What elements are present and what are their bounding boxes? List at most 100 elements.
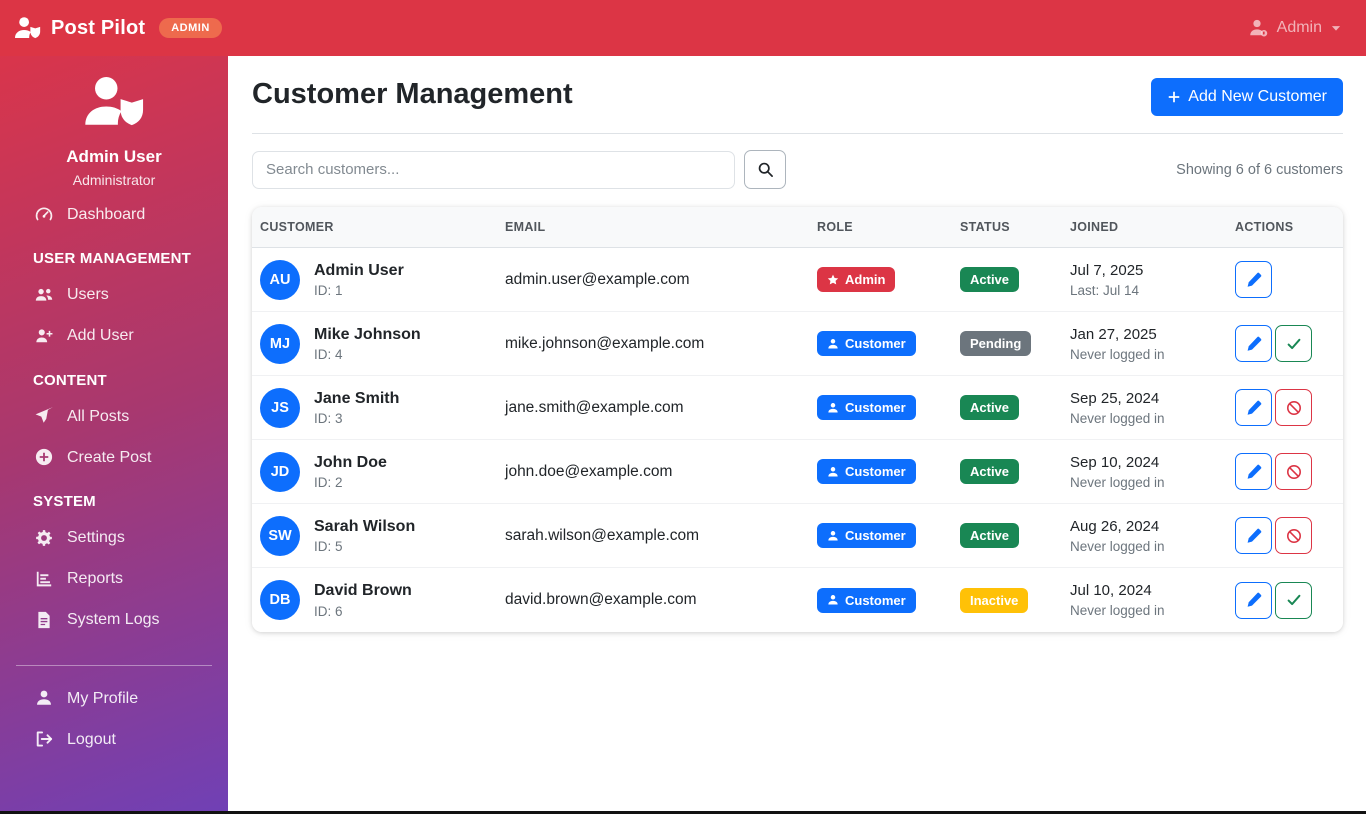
- avatar: DB: [260, 580, 300, 620]
- person-icon: [35, 689, 53, 707]
- person-icon: [827, 338, 839, 350]
- activate-customer-button[interactable]: [1275, 325, 1312, 362]
- sidebar-item-label: Add User: [67, 327, 134, 345]
- sidebar-item-reports[interactable]: Reports: [0, 558, 228, 599]
- brand[interactable]: Post Pilot ADMIN: [14, 15, 222, 42]
- sidebar: Admin User Administrator Dashboard USER M…: [0, 56, 228, 811]
- joined-cell: Sep 25, 2024 Never logged in: [1062, 390, 1227, 426]
- check-icon: [1286, 336, 1302, 352]
- actions-cell: [1227, 325, 1343, 362]
- slash-circle-icon: [1286, 464, 1302, 480]
- box-arrow-right-icon: [35, 730, 53, 748]
- deactivate-customer-button[interactable]: [1275, 517, 1312, 554]
- gear-icon: [35, 529, 53, 547]
- avatar: AU: [260, 259, 300, 300]
- column-header-joined: JOINED: [1070, 220, 1119, 234]
- customer-name: Admin User: [314, 261, 404, 279]
- edit-customer-button[interactable]: [1235, 389, 1272, 426]
- pencil-icon: [1246, 592, 1262, 608]
- person-plus-icon: [35, 327, 53, 345]
- sidebar-item-label: Reports: [67, 570, 124, 588]
- joined-cell: Jul 7, 2025 Last: Jul 14: [1062, 262, 1227, 298]
- customer-email: admin.user@example.com: [505, 270, 690, 288]
- customer-id: ID: 2: [314, 475, 343, 491]
- edit-customer-button[interactable]: [1235, 261, 1272, 298]
- header-divider: [252, 133, 1343, 134]
- check-icon: [1286, 592, 1302, 608]
- profile-role: Administrator: [72, 172, 156, 188]
- edit-customer-button[interactable]: [1235, 325, 1272, 362]
- edit-customer-button[interactable]: [1235, 517, 1272, 554]
- customer-cell: JD John Doe ID: 2: [252, 451, 497, 492]
- sidebar-item-label: System Logs: [67, 611, 160, 629]
- customer-email: sarah.wilson@example.com: [505, 526, 700, 544]
- role-cell: Customer: [809, 331, 952, 356]
- customer-id: ID: 5: [314, 539, 343, 555]
- sidebar-item-users[interactable]: Users: [0, 274, 228, 315]
- edit-customer-button[interactable]: [1235, 581, 1272, 619]
- sidebar-divider: [16, 664, 212, 666]
- customer-row: SW Sarah Wilson ID: 5 sarah.wilson@examp…: [252, 504, 1343, 568]
- joined-cell: Jan 27, 2025 Never logged in: [1062, 326, 1227, 362]
- person-icon: [827, 530, 839, 542]
- status-cell: Active: [952, 523, 1062, 548]
- last-login-text: Never logged in: [1070, 538, 1165, 554]
- role-cell: Customer: [809, 587, 952, 613]
- sidebar-item-logout[interactable]: Logout: [0, 719, 228, 760]
- sidebar-section-header-user-management: USER MANAGEMENT: [33, 250, 192, 268]
- deactivate-customer-button[interactable]: [1275, 453, 1312, 490]
- activate-customer-button[interactable]: [1275, 581, 1312, 619]
- sidebar-item-label: Dashboard: [67, 206, 146, 223]
- customer-email: jane.smith@example.com: [505, 398, 684, 416]
- column-header-status: STATUS: [960, 220, 1010, 234]
- sidebar-item-create-post[interactable]: Create Post: [0, 437, 228, 478]
- user-menu-dropdown[interactable]: Admin: [1249, 18, 1342, 38]
- status-cell: Active: [952, 459, 1062, 484]
- customer-row: AU Admin User ID: 1 admin.user@example.c…: [252, 248, 1343, 312]
- person-icon: [827, 466, 839, 478]
- bar-chart-icon: [35, 570, 53, 588]
- sidebar-item-label: Users: [67, 286, 109, 304]
- star-icon: [827, 274, 839, 286]
- actions-cell: [1227, 453, 1343, 490]
- add-new-customer-button[interactable]: Add New Customer: [1151, 78, 1343, 116]
- deactivate-customer-button[interactable]: [1275, 389, 1312, 426]
- sidebar-item-settings[interactable]: Settings: [0, 517, 228, 558]
- actions-cell: [1227, 517, 1343, 554]
- status-cell: Pending: [952, 331, 1062, 356]
- role-badge: Customer: [817, 395, 916, 420]
- search-button[interactable]: [744, 150, 786, 189]
- status-badge: Pending: [960, 331, 1032, 356]
- sidebar-item-add-user[interactable]: Add User: [0, 315, 228, 356]
- role-cell: Customer: [809, 395, 952, 420]
- sidebar-nav: Dashboard USER MANAGEMENT Users Add User CON…: [0, 194, 228, 641]
- search-input[interactable]: [252, 150, 735, 189]
- pencil-icon: [1246, 272, 1262, 288]
- sidebar-item-system-logs[interactable]: System Logs: [0, 599, 228, 640]
- last-login-text: Never logged in: [1070, 474, 1165, 490]
- sidebar-item-label: Settings: [67, 528, 125, 546]
- joined-date: Aug 26, 2024: [1070, 517, 1160, 535]
- edit-customer-button[interactable]: [1235, 453, 1272, 490]
- person-shield-icon: [83, 72, 145, 134]
- table-header-row: CUSTOMER EMAIL ROLE STATUS JOINED ACTION…: [252, 207, 1343, 248]
- avatar: JS: [260, 387, 300, 428]
- joined-date: Jul 7, 2025: [1070, 261, 1144, 279]
- sidebar-item-dashboard[interactable]: Dashboard: [0, 194, 228, 235]
- sidebar-item-my-profile[interactable]: My Profile: [0, 678, 228, 719]
- status-badge: Active: [960, 459, 1020, 484]
- person-icon: [827, 594, 839, 606]
- slash-circle-icon: [1286, 528, 1302, 544]
- sidebar-profile: Admin User Administrator: [0, 56, 228, 194]
- joined-date: Jan 27, 2025: [1070, 325, 1157, 343]
- customer-cell: MJ Mike Johnson ID: 4: [252, 323, 497, 364]
- customer-name: Mike Johnson: [314, 325, 421, 343]
- sidebar-item-all-posts[interactable]: All Posts: [0, 396, 228, 437]
- role-badge: Admin: [817, 267, 896, 292]
- file-text-icon: [35, 611, 53, 629]
- search-row: Showing 6 of 6 customers: [252, 150, 1343, 189]
- customer-cell: SW Sarah Wilson ID: 5: [252, 515, 497, 556]
- status-badge: Active: [960, 267, 1020, 292]
- avatar: SW: [260, 515, 300, 556]
- page-header: Customer Management Add New Customer: [252, 78, 1343, 116]
